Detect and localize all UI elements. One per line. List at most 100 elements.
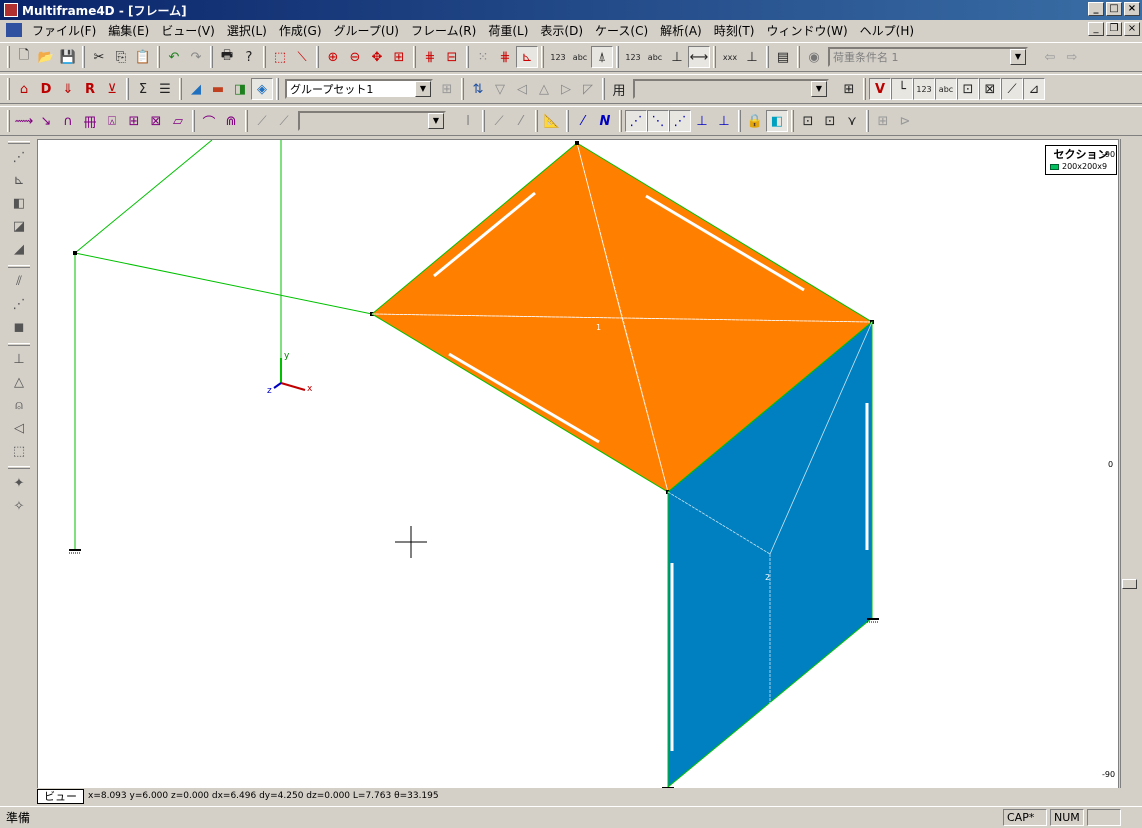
display-plot-icon[interactable]: ⊿: [1023, 78, 1045, 100]
section-names-icon[interactable]: xxx: [719, 46, 741, 68]
section-tool-icon[interactable]: ◧: [8, 193, 30, 215]
support-fixed-icon[interactable]: [69, 549, 81, 554]
window-next-icon[interactable]: ⊳: [894, 110, 916, 132]
snap-mid-icon[interactable]: ⋱: [647, 110, 669, 132]
menu-time[interactable]: 時刻(T): [708, 22, 761, 39]
support-slide-icon[interactable]: ◁: [8, 417, 30, 439]
member-labels-icon[interactable]: abc: [644, 46, 666, 68]
spring-rot-icon[interactable]: ✧: [8, 495, 30, 517]
group-filter-icon[interactable]: ▽: [489, 78, 511, 100]
line-icon[interactable]: ⁄: [510, 110, 532, 132]
report-icon[interactable]: ▤: [772, 46, 794, 68]
scrollbar-thumb[interactable]: [1122, 579, 1137, 589]
display-diag-icon[interactable]: ⟋: [1001, 78, 1023, 100]
view-moment-icon[interactable]: ⊻: [101, 78, 123, 100]
zoom-out-icon[interactable]: ⊖: [344, 46, 366, 68]
display-frame-icon[interactable]: ⊡: [957, 78, 979, 100]
save-icon[interactable]: 💾: [57, 46, 79, 68]
toolbar-grip[interactable]: [7, 110, 10, 132]
view-frame-icon[interactable]: ⌂: [13, 78, 35, 100]
display-cross-icon[interactable]: ⊠: [979, 78, 1001, 100]
menu-frame[interactable]: フレーム(R): [405, 22, 482, 39]
pan-icon[interactable]: ✥: [366, 46, 388, 68]
snap-end-icon[interactable]: ⋰: [669, 110, 691, 132]
doc-close-button[interactable]: ×: [1124, 22, 1140, 36]
draw-grid-icon[interactable]: ⊞: [123, 110, 145, 132]
node-symbol-icon[interactable]: ⍋: [591, 46, 613, 68]
menu-help[interactable]: ヘルプ(H): [854, 22, 920, 39]
node-tool-icon[interactable]: ⋰: [8, 147, 30, 169]
spring-icon[interactable]: ✦: [8, 472, 30, 494]
frame-drawing[interactable]: 1 2 y x z: [38, 140, 1119, 789]
arrow-left-icon[interactable]: ⇦: [1039, 46, 1061, 68]
member-group-icon[interactable]: 用: [608, 78, 630, 100]
help-icon[interactable]: ?: [238, 46, 260, 68]
arrow-right-icon[interactable]: ⇨: [1061, 46, 1083, 68]
toolbar-grip[interactable]: [7, 46, 10, 68]
app-icon[interactable]: [4, 3, 18, 17]
zoom-in-icon[interactable]: ⊕: [322, 46, 344, 68]
grid-frame-icon[interactable]: ⊟: [441, 46, 463, 68]
measure-icon[interactable]: 📐: [541, 110, 563, 132]
menu-window[interactable]: ウィンドウ(W): [760, 22, 853, 39]
support-pinned-icon[interactable]: △: [8, 371, 30, 393]
draw-n-icon[interactable]: N: [594, 110, 616, 132]
group-rotate-icon[interactable]: ◸: [577, 78, 599, 100]
window-frame-icon[interactable]: ⊡: [819, 110, 841, 132]
minimize-button[interactable]: _: [1088, 2, 1104, 16]
cut-icon[interactable]: ✂: [88, 46, 110, 68]
menu-create[interactable]: 作成(G): [273, 22, 328, 39]
draw-beam-icon[interactable]: ⏥: [167, 110, 189, 132]
toolbar-grip[interactable]: [8, 141, 30, 144]
slope-icon[interactable]: ⟋: [488, 110, 510, 132]
node[interactable]: [73, 251, 77, 255]
view-3d-icon[interactable]: ◧: [766, 110, 788, 132]
display-123-icon[interactable]: 123: [913, 78, 935, 100]
select-line-icon[interactable]: ⟍: [291, 46, 313, 68]
chevron-down-icon[interactable]: ▼: [811, 81, 827, 97]
view-r-icon[interactable]: R: [79, 78, 101, 100]
i-beam-icon[interactable]: I: [457, 110, 479, 132]
draw-line-icon[interactable]: ⁄: [572, 110, 594, 132]
section-select[interactable]: ▼: [298, 111, 446, 131]
close-button[interactable]: ×: [1124, 2, 1140, 16]
chevron-down-icon[interactable]: ▼: [415, 81, 431, 97]
member-ends-icon[interactable]: ⟷: [688, 46, 710, 68]
render-plate-icon[interactable]: ◢: [185, 78, 207, 100]
group-up-icon[interactable]: △: [533, 78, 555, 100]
restraint-tool-icon[interactable]: ⊾: [8, 170, 30, 192]
axes-icon[interactable]: ⊾: [516, 46, 538, 68]
group-table-icon[interactable]: ⊞: [436, 78, 458, 100]
window-grid-icon[interactable]: ⊞: [872, 110, 894, 132]
document-icon[interactable]: [6, 23, 22, 37]
plate-slope-icon[interactable]: ◢: [8, 239, 30, 261]
menu-view[interactable]: ビュー(V): [155, 22, 221, 39]
snap-grid-icon[interactable]: ⋕: [494, 46, 516, 68]
menu-case[interactable]: ケース(C): [589, 22, 654, 39]
paste-icon[interactable]: 📋: [132, 46, 154, 68]
view-load-icon[interactable]: ⇓: [57, 78, 79, 100]
member-group-select[interactable]: ▼: [633, 79, 829, 99]
menu-group[interactable]: グループ(U): [328, 22, 405, 39]
snap-base-icon[interactable]: ⊥: [713, 110, 735, 132]
group-right-icon[interactable]: ▷: [555, 78, 577, 100]
new-file-icon[interactable]: 🗋: [13, 46, 35, 68]
grid-icon[interactable]: ⋕: [419, 46, 441, 68]
member-numbers-icon[interactable]: 123: [622, 46, 644, 68]
diagram-line-icon[interactable]: ⟋: [273, 110, 295, 132]
section-axes-icon[interactable]: ⊥: [741, 46, 763, 68]
draw-tower-icon[interactable]: ⍓: [101, 110, 123, 132]
vertical-scrollbar[interactable]: [1120, 139, 1138, 789]
node[interactable]: [575, 141, 579, 145]
support-fixed-icon[interactable]: ⊥: [8, 349, 30, 371]
select-box-icon[interactable]: ⬚: [269, 46, 291, 68]
draw-arc-icon[interactable]: ∩: [57, 110, 79, 132]
plate-tool-icon[interactable]: ◪: [8, 216, 30, 238]
model-canvas[interactable]: 1 2 y x z セクション 200x200x9 -90 0 -90: [37, 139, 1119, 789]
window-arrange-icon[interactable]: ⋎: [841, 110, 863, 132]
display-v-icon[interactable]: V: [869, 78, 891, 100]
left-frame[interactable]: [69, 140, 374, 554]
group-left-icon[interactable]: ◁: [511, 78, 533, 100]
draw-curve-icon[interactable]: ↘: [35, 110, 57, 132]
open-folder-icon[interactable]: 📂: [35, 46, 57, 68]
